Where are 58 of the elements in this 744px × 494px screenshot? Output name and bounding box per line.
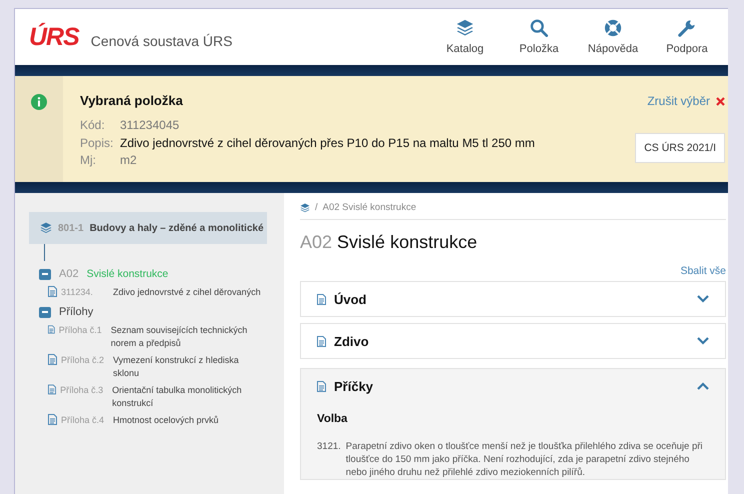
item-code: 311234. xyxy=(61,286,94,299)
item-code: Příloha č.2 xyxy=(60,354,106,367)
selection-title: Vybraná položka xyxy=(80,93,184,108)
paragraph-number: 3121. xyxy=(317,440,341,454)
tree-leaf[interactable]: Orientační tabulka monolitických konstrukcí xyxy=(112,384,267,410)
app-title: Cenová soustava ÚRS xyxy=(90,33,232,49)
chevron-down-icon xyxy=(697,295,709,303)
page-heading: A02 Svislé konstrukce xyxy=(300,232,478,253)
logo: ÚRS xyxy=(29,22,79,52)
tree-code: A02 xyxy=(59,268,79,280)
field-label: Kód: xyxy=(80,117,106,134)
field-label: Popis: xyxy=(80,134,114,152)
chevron-down-icon xyxy=(697,337,709,345)
catalog-root-item[interactable]: 801-1 Budovy a haly – zděné a monolitické xyxy=(29,212,267,244)
info-icon xyxy=(31,94,47,110)
layers-icon xyxy=(40,222,52,234)
breadcrumb-separator: / xyxy=(315,202,318,213)
search-icon xyxy=(530,19,548,37)
document-icon xyxy=(48,414,57,425)
section-subheading: Volba xyxy=(316,412,348,425)
nav-item[interactable]: Katalog xyxy=(432,19,498,55)
tree-item[interactable]: Přílohy xyxy=(59,306,94,318)
collapse-all-link[interactable]: Sbalit vše xyxy=(300,265,726,277)
collapse-toggle[interactable] xyxy=(39,268,51,280)
wrench-icon xyxy=(678,19,696,37)
nav-item[interactable]: Položka xyxy=(506,19,572,55)
chevron-up-icon xyxy=(697,382,709,390)
document-icon xyxy=(317,294,326,304)
document-icon xyxy=(48,324,55,335)
item-code: Příloha č.3 xyxy=(60,384,104,397)
version-button[interactable]: CS ÚRS 2021/I xyxy=(635,133,725,163)
document-icon xyxy=(48,384,56,395)
collapse-toggle[interactable] xyxy=(39,306,51,318)
nav-item[interactable]: Nápověda xyxy=(580,19,646,55)
field-value: 311234045 xyxy=(120,117,180,134)
field-label: Mj: xyxy=(80,152,97,169)
tree-leaf[interactable]: Vymezení konstrukcí z hlediska sklonu xyxy=(112,354,267,380)
nav-item[interactable]: Podpora xyxy=(654,19,720,55)
document-icon xyxy=(48,354,57,365)
document-icon xyxy=(317,336,326,346)
item-code: Příloha č.4 xyxy=(61,414,106,427)
tree-leaf[interactable]: Zdivo jednovrstvé z cihel děrovaných xyxy=(113,286,261,299)
paragraph-text: Parapetní zdivo oken o tloušťce menší než je tloušťka přilehlého zdiva se oceňuje při tloušťce do 150 mm jako příčka. Není rozhodující, zda je parapetní zdivo stejného nebo jiného druhu než přilehlé zdivo meziokenních pilířů. xyxy=(346,440,704,479)
tree-leaf[interactable]: Seznam souvisejících technických norem a předpisů xyxy=(110,324,267,350)
tree-leaf[interactable]: Hmotnost ocelových prvků xyxy=(113,414,219,427)
document-icon xyxy=(48,286,57,297)
field-value: m2 xyxy=(120,152,137,169)
layers-icon xyxy=(456,19,474,37)
item-code: Příloha č.1 xyxy=(58,324,103,337)
accordion-header[interactable]: Příčky xyxy=(301,369,725,403)
breadcrumb-link[interactable]: A02 Svislé konstrukce xyxy=(322,202,416,213)
document-icon xyxy=(317,380,326,392)
layers-icon xyxy=(300,202,310,212)
accordion-header[interactable]: Úvod xyxy=(301,282,725,316)
close-icon xyxy=(716,96,725,106)
field-value: Zdivo jednovrstvé z cihel děrovaných přes P10 do P15 na maltu M5 tl 250 mm xyxy=(120,134,535,152)
lifebuoy-icon xyxy=(604,19,622,37)
accordion-header[interactable]: Zdivo xyxy=(301,324,725,358)
